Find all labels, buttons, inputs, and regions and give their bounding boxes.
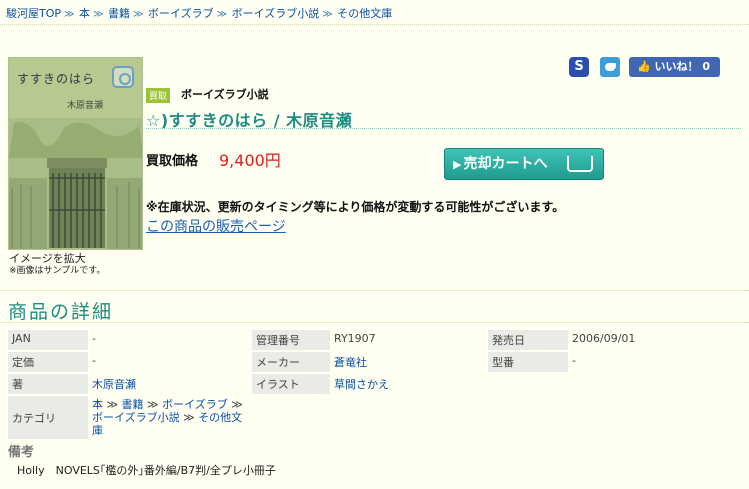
- detail-label: カテゴリ: [8, 396, 88, 439]
- detail-value-cell: 草間さかえ: [330, 374, 488, 394]
- facebook-like-button[interactable]: 👍 いいね！ 0: [629, 57, 720, 77]
- enlarge-image-link[interactable]: イメージを拡大: [9, 252, 105, 265]
- s-share-icon[interactable]: S: [569, 57, 589, 77]
- detail-value-cell: 蒼竜社: [330, 352, 488, 372]
- breadcrumb-other-bunko[interactable]: その他文庫: [337, 7, 392, 20]
- detail-label: JAN: [8, 330, 88, 350]
- remarks-text: Holly NOVELS｢檻の外｣番外編/B7判/全プレ小冊子: [17, 464, 276, 477]
- buyback-badge: 買取: [146, 88, 171, 103]
- detail-label: 型番: [488, 352, 568, 372]
- detail-value: -: [92, 332, 96, 345]
- category-link-bl-novel[interactable]: ボーイズラブ小説: [92, 411, 180, 424]
- breadcrumb: 駿河屋TOP ≫ 本 ≫ 書籍 ≫ ボーイズラブ ≫ ボーイズラブ小説 ≫ その他文庫: [6, 5, 392, 21]
- breadcrumb-separator: ≫: [64, 9, 75, 20]
- product-category: ボーイズラブ小説: [181, 88, 269, 101]
- breadcrumb-separator: ≫: [106, 398, 119, 411]
- detail-label: イラスト: [252, 374, 330, 394]
- cover-author: 木原音瀬: [67, 101, 104, 111]
- breadcrumb-separator: ≫: [216, 9, 228, 20]
- divider: [0, 322, 749, 323]
- empty-cell: [488, 396, 568, 439]
- breadcrumb-separator: ≫: [147, 398, 159, 411]
- detail-label: メーカー: [252, 352, 330, 372]
- divider: [146, 128, 741, 129]
- empty-cell: [568, 374, 734, 394]
- category-link-shoseki[interactable]: 書籍: [122, 398, 144, 411]
- details-title: 商品の詳細: [8, 301, 114, 323]
- details-table: JAN - 管理番号 RY1907 発売日 2006/09/01 定価 - メー…: [8, 328, 734, 441]
- detail-label: 定価: [8, 352, 88, 372]
- breadcrumb-separator: ≫: [132, 9, 144, 20]
- remarks-title: 備考: [8, 445, 35, 460]
- sales-page-link[interactable]: この商品の販売ページ: [146, 216, 286, 236]
- table-row: JAN - 管理番号 RY1907 発売日 2006/09/01: [8, 330, 734, 350]
- cart-icon: [567, 156, 593, 172]
- category-path: 本 ≫ 書籍 ≫ ボーイズラブ ≫ ボーイズラブ小説 ≫ その他文庫: [88, 396, 252, 439]
- empty-cell: [252, 396, 330, 439]
- breadcrumb-separator: ≫: [92, 9, 104, 20]
- detail-value: 2006/09/01: [572, 332, 636, 345]
- illustrator-link[interactable]: 草間さかえ: [334, 378, 389, 391]
- price-label: 買取価格: [146, 154, 199, 169]
- zoom-icon[interactable]: [112, 66, 134, 88]
- category-link-bl[interactable]: ボーイズラブ: [162, 398, 228, 411]
- breadcrumb-shoseki[interactable]: 書籍: [108, 7, 130, 20]
- breadcrumb-separator: ≫: [322, 9, 333, 20]
- maker-link[interactable]: 蒼竜社: [334, 356, 367, 369]
- breadcrumb-top[interactable]: 駿河屋TOP: [6, 7, 61, 20]
- sell-cart-button[interactable]: ▶ 売却カートへ: [444, 148, 604, 180]
- price-value: 9,400円: [219, 151, 281, 170]
- play-arrow-icon: ▶: [453, 158, 462, 171]
- detail-value: -: [572, 354, 576, 367]
- empty-cell: [330, 396, 488, 439]
- image-caption: イメージを拡大 ※画像はサンプルです。: [9, 252, 105, 278]
- detail-value: -: [92, 354, 96, 367]
- empty-cell: [488, 374, 568, 394]
- cover-illustration: [9, 118, 142, 249]
- breadcrumb-separator: ≫: [231, 398, 243, 411]
- breadcrumb-book[interactable]: 本: [79, 7, 90, 20]
- cover-title: すすきのはら: [17, 72, 96, 86]
- divider: [0, 290, 749, 291]
- detail-value-cell: 木原音瀬: [88, 374, 252, 394]
- detail-label: 管理番号: [252, 330, 330, 350]
- category-link-book[interactable]: 本: [92, 398, 103, 411]
- table-row: 定価 - メーカー 蒼竜社 型番 -: [8, 352, 734, 372]
- breadcrumb-bl[interactable]: ボーイズラブ: [148, 7, 214, 20]
- detail-label: 発売日: [488, 330, 568, 350]
- sell-cart-label: 売却カートへ: [463, 156, 548, 172]
- price-notice: ※在庫状況、更新のタイミング等により価格が変動する可能性がございます。: [146, 200, 565, 214]
- product-image[interactable]: すすきのはら 木原音瀬: [8, 57, 143, 250]
- image-note: ※画像はサンプルです。: [9, 266, 106, 276]
- breadcrumb-separator: ≫: [183, 411, 195, 424]
- detail-value: RY1907: [334, 332, 376, 345]
- empty-cell: [568, 396, 734, 439]
- divider: [0, 24, 749, 25]
- author-link[interactable]: 木原音瀬: [92, 378, 136, 391]
- breadcrumb-bl-novel[interactable]: ボーイズラブ小説: [232, 7, 320, 20]
- table-row: カテゴリ 本 ≫ 書籍 ≫ ボーイズラブ ≫ ボーイズラブ小説 ≫ その他文庫: [8, 396, 734, 439]
- detail-label: 著: [8, 374, 88, 394]
- twitter-icon[interactable]: [600, 57, 620, 77]
- table-row: 著 木原音瀬 イラスト 草間さかえ: [8, 374, 734, 394]
